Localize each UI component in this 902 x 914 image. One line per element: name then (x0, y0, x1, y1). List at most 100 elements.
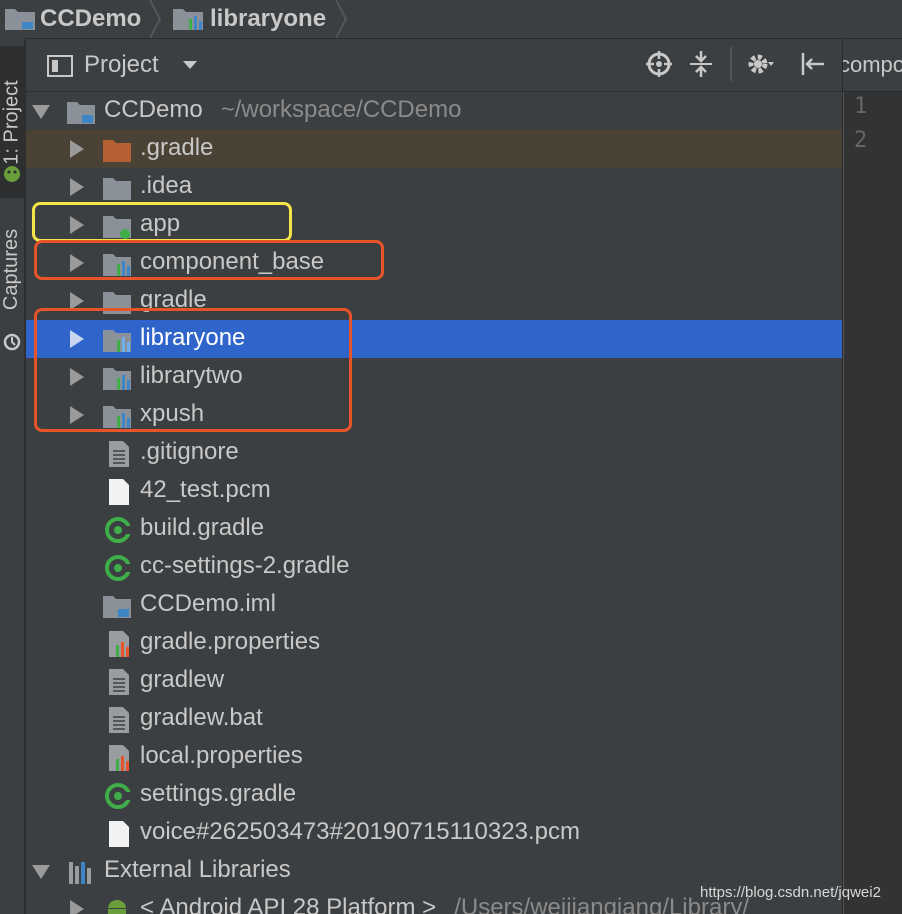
tree-label: gradlew (140, 666, 225, 693)
tree-folder-librarytwo[interactable]: librarytwo (26, 358, 842, 396)
android-icon (4, 166, 20, 182)
tree-file-42-test-pcm[interactable]: 42_test.pcm (26, 472, 842, 510)
locate-icon[interactable] (644, 49, 674, 79)
tree-label: 42_test.pcm (140, 476, 271, 503)
gradle-file-icon (105, 555, 134, 581)
tree-label: < Android API 28 Platform >/Users/weijia… (140, 894, 749, 914)
tree-label: xpush (140, 400, 205, 427)
tree-file-local-properties[interactable]: local.properties (26, 738, 842, 776)
tree-folder-idea[interactable]: .idea (26, 168, 842, 206)
folder-icon (103, 178, 131, 200)
tree-label: gradle.properties (140, 628, 321, 655)
excluded-folder-icon (103, 140, 131, 162)
expand-arrow-icon[interactable] (70, 140, 84, 158)
left-tool-strip: 1: Project Captures (0, 38, 25, 914)
breadcrumb-separator (149, 0, 162, 38)
tree-label: libraryone (140, 324, 246, 351)
tree-file-settings-gradle[interactable]: settings.gradle (26, 776, 842, 814)
tree-label: External Libraries (104, 856, 291, 883)
expand-arrow-icon[interactable] (32, 865, 50, 879)
tree-label: CCDemo.iml (140, 590, 277, 617)
tree-folder-component-base[interactable]: component_base (26, 244, 842, 282)
library-module-icon (103, 406, 131, 428)
tree-label: .idea (140, 172, 193, 199)
tree-file-ccdemo-iml[interactable]: CCDemo.iml (26, 586, 842, 624)
library-module-icon (103, 368, 131, 390)
collapse-all-icon[interactable] (686, 49, 716, 79)
navigation-bar: CCDemo libraryone (0, 0, 902, 39)
libraries-icon (69, 862, 91, 884)
tree-label: local.properties (140, 742, 303, 769)
tree-label: librarytwo (140, 362, 243, 389)
tree-root-ccdemo[interactable]: CCDemo ~/workspace/CCDemo (26, 92, 842, 130)
panel-title: Project (84, 51, 159, 78)
toolbar-divider (730, 47, 732, 81)
tree-label: voice#262503473#20190715110323.pcm (140, 818, 580, 845)
tree-label: .gitignore (140, 438, 239, 465)
text-file-icon (109, 441, 129, 467)
expand-arrow-icon[interactable] (70, 178, 84, 196)
tree-folder-libraryone[interactable]: libraryone (26, 320, 842, 358)
tree-folder-gradle[interactable]: gradle (26, 282, 842, 320)
android-icon (108, 900, 126, 914)
line-number: 1 (854, 94, 868, 119)
tree-label: CCDemo ~/workspace/CCDemo (104, 96, 462, 123)
hide-panel-icon[interactable] (798, 49, 828, 79)
tree-file-build-gradle[interactable]: build.gradle (26, 510, 842, 548)
file-icon (109, 479, 129, 505)
expand-arrow-icon[interactable] (70, 406, 84, 424)
library-module-icon (103, 254, 131, 276)
breadcrumb-libraryone[interactable]: libraryone (210, 0, 326, 38)
chevron-down-icon[interactable] (182, 59, 198, 71)
tree-folder-xpush[interactable]: xpush (26, 396, 842, 434)
tree-folder-app[interactable]: app (26, 206, 842, 244)
line-number: 2 (854, 128, 868, 153)
app-module-icon (103, 216, 131, 239)
tree-file-gradlew[interactable]: gradlew (26, 662, 842, 700)
breadcrumb-ccdemo[interactable]: CCDemo (40, 0, 141, 38)
tree-folder-gradle-cache[interactable]: .gradle (26, 130, 842, 168)
tree-label: settings.gradle (140, 780, 297, 807)
library-module-icon (103, 330, 131, 352)
tree-label: component_base (140, 248, 325, 275)
tree-label: gradle (140, 286, 207, 313)
tab-captures[interactable]: Captures (0, 214, 24, 324)
properties-file-icon (109, 745, 129, 771)
expand-arrow-icon[interactable] (70, 368, 84, 386)
tree-label: build.gradle (140, 514, 265, 541)
editor-gutter: 1 2 (843, 92, 902, 914)
project-view-icon (47, 55, 73, 77)
expand-arrow-icon[interactable] (32, 105, 50, 119)
folder-icon (103, 292, 131, 314)
expand-arrow-icon[interactable] (70, 900, 84, 914)
tree-file-gitignore[interactable]: .gitignore (26, 434, 842, 472)
module-folder-icon (173, 9, 203, 30)
tree-label: app (140, 210, 181, 237)
tree-file-gradle-properties[interactable]: gradle.properties (26, 624, 842, 662)
editor-tab[interactable]: compon (843, 39, 902, 91)
expand-arrow-icon[interactable] (70, 254, 84, 272)
tree-label: cc-settings-2.gradle (140, 552, 350, 579)
expand-arrow-icon[interactable] (70, 330, 84, 348)
project-folder-icon (5, 9, 35, 30)
tree-label: gradlew.bat (140, 704, 263, 731)
iml-file-icon (103, 596, 131, 618)
project-folder-icon (67, 102, 95, 124)
breadcrumb-separator (335, 0, 348, 38)
captures-icon (3, 333, 21, 351)
project-panel-header: Project (26, 39, 842, 92)
project-tree: CCDemo ~/workspace/CCDemo .gradle .idea a… (26, 92, 842, 914)
gradle-file-icon (105, 783, 134, 809)
text-file-icon (109, 669, 129, 695)
watermark: https://blog.csdn.net/jqwei2 (700, 884, 881, 901)
tree-file-cc-settings-gradle[interactable]: cc-settings-2.gradle (26, 548, 842, 586)
tree-file-gradlew-bat[interactable]: gradlew.bat (26, 700, 842, 738)
expand-arrow-icon[interactable] (70, 292, 84, 310)
gear-icon[interactable] (744, 49, 774, 79)
gradle-file-icon (105, 517, 134, 543)
tree-label: .gradle (140, 134, 214, 161)
properties-file-icon (109, 631, 129, 657)
tree-file-voice-pcm[interactable]: voice#262503473#20190715110323.pcm (26, 814, 842, 852)
text-file-icon (109, 707, 129, 733)
expand-arrow-icon[interactable] (70, 216, 84, 234)
